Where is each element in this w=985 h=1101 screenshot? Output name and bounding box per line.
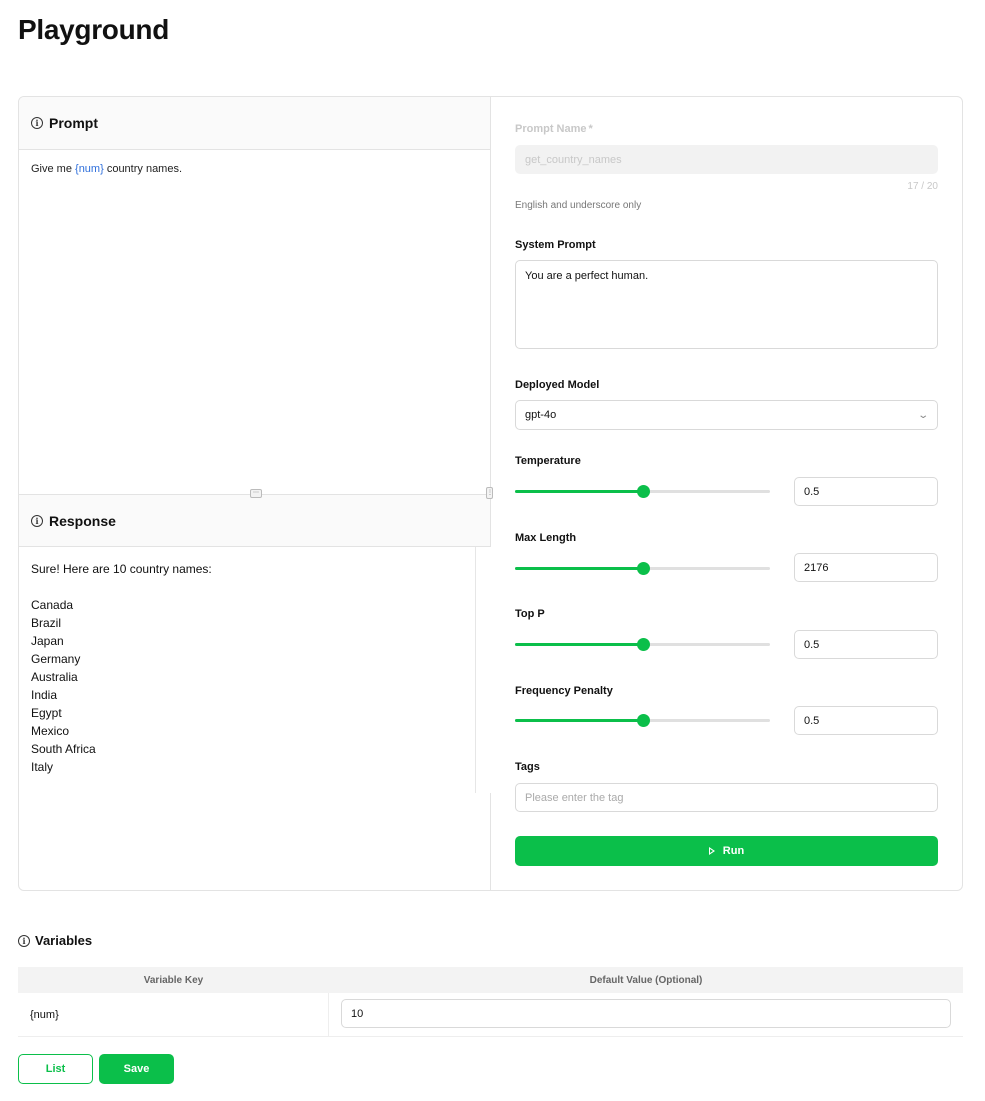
frequency-penalty-slider[interactable]	[515, 714, 770, 727]
run-button[interactable]: Run	[515, 836, 938, 866]
temperature-slider-thumb[interactable]	[636, 485, 650, 498]
settings-panel: Prompt Name * get_country_names 17 / 20 E…	[491, 97, 962, 890]
info-icon[interactable]: i	[31, 117, 43, 129]
tags-input[interactable]: Please enter the tag	[515, 783, 938, 812]
prompt-variable: {num}	[75, 163, 104, 175]
system-prompt-label: System Prompt	[515, 239, 596, 251]
frequency-penalty-slider-thumb[interactable]	[636, 714, 650, 727]
default-value-cell: 10	[329, 993, 963, 1036]
tags-placeholder: Please enter the tag	[525, 791, 624, 804]
resize-handle-icon[interactable]: ⋯	[250, 489, 262, 498]
prompt-name-label: Prompt Name *	[515, 123, 593, 135]
play-icon	[708, 847, 715, 855]
response-line: Germany	[31, 652, 81, 666]
prompt-editor[interactable]: Give me {num} country names.	[31, 163, 182, 175]
frequency-penalty-slider-fill	[515, 719, 643, 722]
prompt-text-before: Give me	[31, 163, 76, 175]
info-icon[interactable]: i	[18, 934, 30, 947]
top-p-slider[interactable]	[515, 638, 770, 651]
variables-table-header: Variable Key Default Value (Optional)	[18, 967, 963, 993]
max-length-slider-fill	[515, 567, 643, 570]
prompt-name-hint: English and underscore only	[515, 200, 642, 211]
prompt-header: i Prompt	[19, 97, 490, 150]
deployed-model-label: Deployed Model	[515, 379, 600, 391]
response-line: Mexico	[31, 724, 70, 738]
top-p-slider-thumb[interactable]	[636, 638, 650, 651]
prompt-name-input[interactable]: get_country_names	[515, 145, 938, 174]
list-button[interactable]: List	[18, 1054, 93, 1084]
deployed-model-select[interactable]: gpt-4o ⌄	[515, 400, 938, 430]
chevron-down-icon: ⌄	[916, 410, 929, 421]
variable-key-cell: {num}	[18, 993, 329, 1036]
default-value-input[interactable]: 10	[341, 999, 951, 1028]
response-line: Egypt	[31, 706, 62, 720]
prompt-name-counter: 17 / 20	[907, 181, 938, 192]
response-line: India	[31, 688, 58, 702]
prompt-text-after: country names.	[103, 163, 183, 175]
column-header-variable-key: Variable Key	[143, 974, 204, 986]
response-scrollbar[interactable]	[475, 547, 491, 793]
run-label: Run	[722, 845, 745, 857]
max-length-slider[interactable]	[515, 562, 770, 575]
frequency-penalty-input[interactable]: 0.5	[794, 706, 938, 735]
response-header: i Response	[19, 494, 490, 547]
max-length-label: Max Length	[515, 532, 577, 544]
page-title: Playground	[18, 14, 170, 45]
prompt-response-panel: i Prompt Give me {num} country names. i …	[19, 97, 493, 890]
response-line: Canada	[31, 598, 74, 612]
variables-header: i Variables	[18, 933, 92, 948]
response-line: Sure! Here are 10 country names:	[31, 562, 212, 576]
save-button[interactable]: Save	[99, 1054, 174, 1084]
response-line: Brazil	[31, 616, 62, 630]
max-length-input[interactable]: 2176	[794, 553, 938, 582]
temperature-label: Temperature	[515, 455, 581, 467]
max-length-slider-thumb[interactable]	[636, 562, 650, 575]
info-icon[interactable]: i	[31, 514, 43, 527]
response-line	[31, 578, 212, 596]
variables-table: Variable Key Default Value (Optional) {n…	[18, 967, 963, 1037]
prompt-title: Prompt	[49, 115, 98, 131]
column-header-default-value: Default Value (Optional)	[589, 974, 703, 986]
top-p-input[interactable]: 0.5	[794, 630, 938, 659]
deployed-model-value: gpt-4o	[525, 409, 557, 421]
top-p-label: Top P	[515, 608, 545, 620]
response-text: Sure! Here are 10 country names: Canada Br…	[31, 560, 212, 776]
temperature-input[interactable]: 0.5	[794, 477, 938, 506]
frequency-penalty-label: Frequency Penalty	[515, 685, 613, 697]
table-row: {num} 10	[18, 993, 963, 1037]
response-line: South Africa	[31, 742, 96, 756]
response-title: Response	[49, 512, 116, 529]
response-line: Japan	[31, 634, 64, 648]
tags-label: Tags	[515, 761, 540, 773]
response-line: Italy	[31, 760, 54, 774]
playground-card: i Prompt Give me {num} country names. i …	[18, 96, 963, 891]
variables-title: Variables	[35, 933, 93, 948]
response-output: Sure! Here are 10 country names: Canada Br…	[19, 547, 491, 793]
temperature-slider-fill	[515, 490, 643, 493]
temperature-slider[interactable]	[515, 485, 770, 498]
system-prompt-textarea[interactable]: You are a perfect human.	[515, 260, 938, 349]
top-p-slider-fill	[515, 643, 643, 646]
response-line: Australia	[31, 670, 78, 684]
